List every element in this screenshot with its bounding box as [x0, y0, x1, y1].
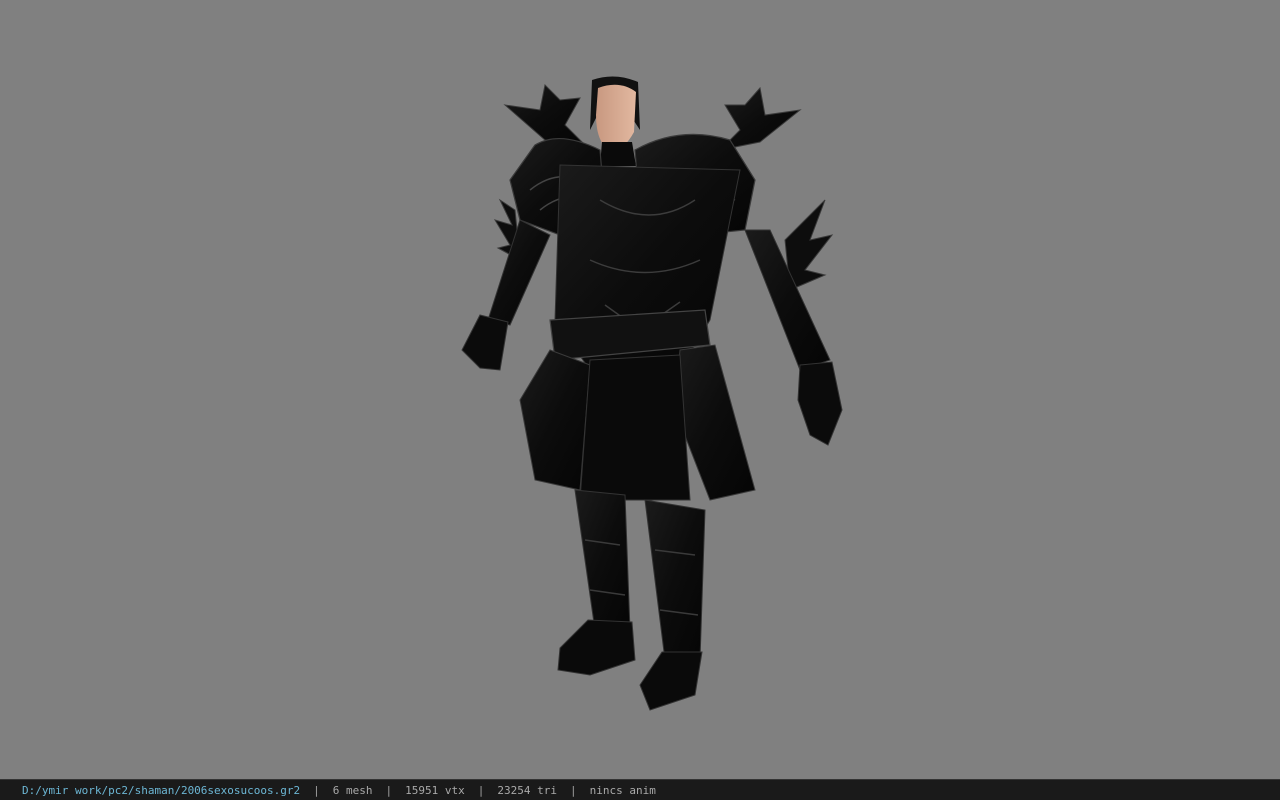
model-file-path: D:/ymir work/pc2/shaman/2006sexosucoos.g…: [22, 783, 301, 797]
right-arm-spikes: [784, 199, 834, 291]
neck: [600, 142, 636, 166]
status-separator: |: [385, 783, 393, 797]
character-model[interactable]: [440, 70, 860, 720]
right-hand: [797, 361, 843, 446]
face: [596, 84, 636, 151]
left-tasset: [519, 349, 591, 491]
status-bar: D:/ymir work/pc2/shaman/2006sexosucoos.g…: [0, 779, 1280, 800]
left-boot: [557, 619, 636, 676]
status-separator: |: [570, 783, 577, 797]
left-arm: [487, 219, 551, 326]
right-boot: [639, 651, 703, 711]
left-hand: [461, 314, 509, 371]
animation-status: nincs anim: [589, 783, 656, 797]
front-tasset: [579, 354, 691, 501]
left-shoulder-spike: [503, 83, 587, 146]
triangle-count: 23254 tri: [497, 783, 557, 797]
mesh-count: 6 mesh: [332, 783, 373, 797]
status-separator: |: [313, 783, 320, 797]
status-separator: |: [477, 783, 485, 797]
vertex-count: 15951 vtx: [405, 783, 465, 797]
right-leg: [644, 499, 706, 661]
left-leg: [574, 489, 631, 631]
right-shoulder-spike: [718, 86, 802, 151]
3d-viewport[interactable]: [0, 0, 1280, 779]
